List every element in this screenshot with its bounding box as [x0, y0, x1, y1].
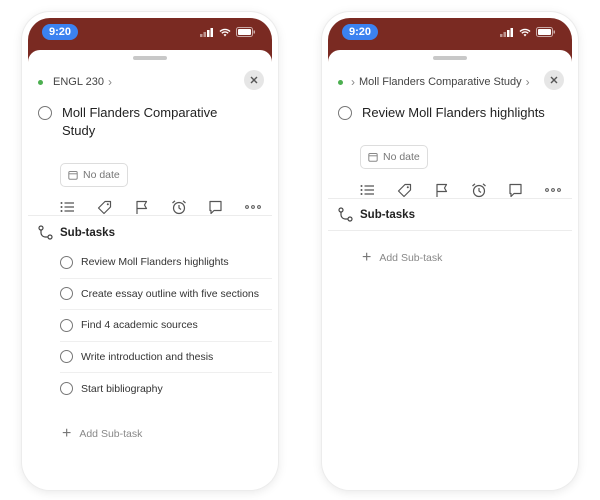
- due-date-chip[interactable]: No date: [60, 163, 128, 187]
- priority-button[interactable]: [432, 181, 450, 199]
- more-button[interactable]: [244, 198, 262, 216]
- subtask-label[interactable]: Write introduction and thesis: [81, 351, 213, 363]
- add-subtask-label: Add Sub-task: [379, 252, 443, 264]
- due-date-label: No date: [383, 151, 420, 163]
- subtask-checkbox[interactable]: [60, 382, 73, 396]
- signal-icon: [200, 27, 213, 37]
- subtask-item[interactable]: Review Moll Flanders highlights: [60, 247, 272, 279]
- wifi-icon: [219, 28, 231, 36]
- description-button[interactable]: [358, 181, 376, 199]
- more-button[interactable]: [544, 181, 562, 199]
- flag-icon: [436, 183, 447, 197]
- subtask-item[interactable]: Start bibliography: [60, 373, 272, 405]
- subtask-label[interactable]: Create essay outline with five sections: [81, 288, 259, 300]
- plus-icon: +: [62, 425, 72, 442]
- due-date-chip[interactable]: No date: [360, 145, 428, 169]
- divider: [28, 215, 272, 216]
- task-complete-checkbox[interactable]: [338, 106, 352, 120]
- comment-icon: [209, 200, 222, 214]
- add-subtask-label: Add Sub-task: [79, 428, 143, 440]
- task-sheet: › Moll Flanders Comparative Study › Revi…: [328, 50, 572, 490]
- divider: [328, 230, 572, 231]
- status-icons: [200, 27, 256, 37]
- task-sheet: ENGL 230 › Moll Flanders Comparative Stu…: [28, 50, 272, 490]
- chevron-right-icon: ›: [107, 75, 112, 89]
- close-button[interactable]: [244, 70, 264, 90]
- task-toolbar: [58, 198, 262, 216]
- subtask-checkbox[interactable]: [60, 255, 73, 269]
- status-time: 9:20: [342, 24, 378, 40]
- close-icon: [250, 76, 258, 84]
- wifi-icon: [519, 28, 531, 36]
- subtask-checkbox[interactable]: [60, 287, 73, 301]
- task-title-row: Review Moll Flanders highlights: [338, 104, 562, 122]
- task-toolbar: [358, 181, 562, 199]
- add-subtask-button[interactable]: + Add Sub-task: [362, 249, 443, 266]
- comment-icon: [509, 183, 522, 197]
- subtask-item[interactable]: Create essay outline with five sections: [60, 279, 272, 310]
- sheet-grabber[interactable]: [133, 56, 167, 60]
- subtasks-header: Sub-tasks: [38, 225, 115, 240]
- labels-button[interactable]: [395, 181, 413, 199]
- due-date-label: No date: [83, 169, 120, 181]
- project-dot-icon: [338, 79, 343, 85]
- alarm-icon: [471, 183, 486, 198]
- reminder-button[interactable]: [470, 181, 488, 199]
- subtask-list: Review Moll Flanders highlights Create e…: [60, 247, 272, 405]
- calendar-icon: [68, 171, 78, 180]
- subtask-item[interactable]: Write introduction and thesis: [60, 342, 272, 373]
- breadcrumb[interactable]: › Moll Flanders Comparative Study ›: [338, 74, 534, 90]
- flag-icon: [136, 200, 147, 214]
- breadcrumb-parent-task[interactable]: Moll Flanders Comparative Study: [359, 76, 522, 88]
- more-icon: [545, 188, 561, 192]
- subtask-label[interactable]: Review Moll Flanders highlights: [81, 256, 229, 268]
- comment-button[interactable]: [507, 181, 525, 199]
- subtasks-header-label: Sub-tasks: [60, 226, 115, 239]
- signal-icon: [500, 27, 513, 37]
- phone-right: 9:20 › Moll Flanders Comparative Study ›…: [322, 12, 578, 490]
- battery-icon: [536, 27, 555, 37]
- subtask-label[interactable]: Find 4 academic sources: [81, 319, 198, 331]
- list-icon: [360, 185, 374, 195]
- labels-button[interactable]: [95, 198, 113, 216]
- priority-button[interactable]: [132, 198, 150, 216]
- subtask-label[interactable]: Start bibliography: [81, 383, 163, 395]
- alarm-icon: [171, 200, 186, 215]
- description-button[interactable]: [58, 198, 76, 216]
- task-complete-checkbox[interactable]: [38, 106, 52, 120]
- project-dot-icon: [38, 79, 43, 85]
- chevron-right-icon: ›: [351, 75, 355, 89]
- subtask-icon: [338, 207, 353, 222]
- tag-icon: [97, 200, 111, 214]
- subtask-checkbox[interactable]: [60, 318, 73, 332]
- subtasks-header-label: Sub-tasks: [360, 208, 415, 221]
- breadcrumb[interactable]: ENGL 230 ›: [38, 74, 116, 90]
- task-title[interactable]: Review Moll Flanders highlights: [362, 104, 562, 122]
- close-icon: [550, 76, 558, 84]
- task-title-row: Moll Flanders Comparative Study: [38, 104, 232, 140]
- phone-left: 9:20 ENGL 230 › Moll Flanders Comparativ…: [22, 12, 278, 490]
- add-subtask-button[interactable]: + Add Sub-task: [62, 425, 143, 442]
- comment-button[interactable]: [207, 198, 225, 216]
- breadcrumb-project[interactable]: ENGL 230: [53, 76, 104, 88]
- task-title[interactable]: Moll Flanders Comparative Study: [62, 104, 232, 140]
- subtask-checkbox[interactable]: [60, 350, 73, 364]
- list-icon: [60, 202, 74, 212]
- subtasks-header: Sub-tasks: [338, 207, 415, 222]
- status-icons: [500, 27, 556, 37]
- status-time: 9:20: [42, 24, 78, 40]
- reminder-button[interactable]: [170, 198, 188, 216]
- divider: [328, 198, 572, 199]
- subtask-item[interactable]: Find 4 academic sources: [60, 310, 272, 342]
- calendar-icon: [368, 153, 378, 162]
- tag-icon: [397, 183, 411, 197]
- sheet-grabber[interactable]: [433, 56, 467, 60]
- chevron-right-icon: ›: [525, 75, 530, 89]
- plus-icon: +: [362, 249, 372, 266]
- subtask-icon: [38, 225, 53, 240]
- close-button[interactable]: [544, 70, 564, 90]
- battery-icon: [236, 27, 255, 37]
- more-icon: [245, 205, 261, 209]
